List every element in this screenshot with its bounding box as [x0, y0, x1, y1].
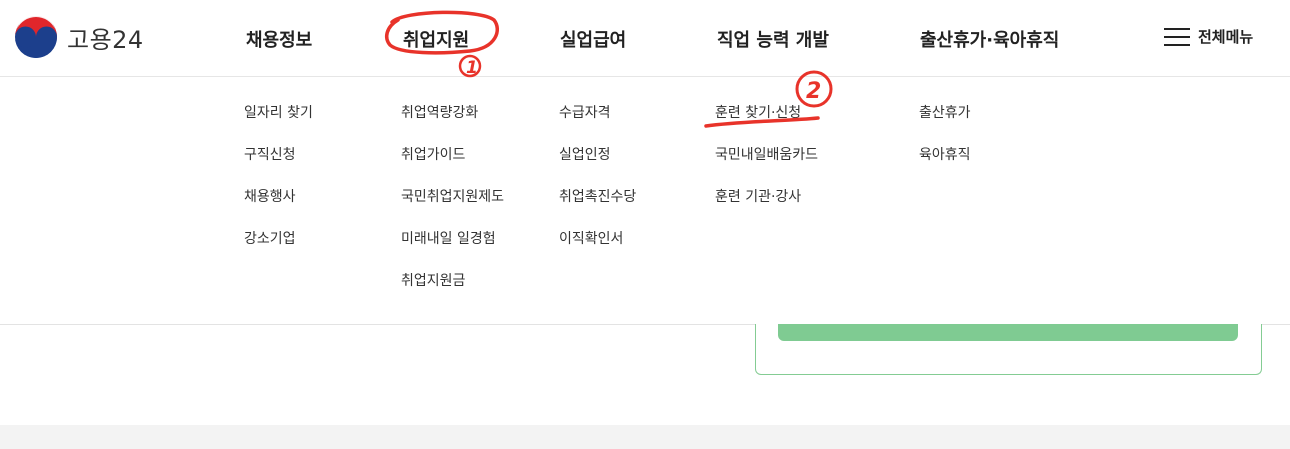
- submenu-item[interactable]: 취업촉진수당: [559, 188, 636, 230]
- nav-item-unemployment-benefits[interactable]: 실업급여: [560, 26, 626, 52]
- submenu-column-employment-support: 취업역량강화 취업가이드 국민취업지원제도 미래내일 일경험 취업지원금: [401, 104, 504, 314]
- nav-item-maternity-childcare-leave[interactable]: 출산휴가·육아휴직: [920, 26, 1059, 52]
- submenu-item[interactable]: 강소기업: [244, 230, 313, 272]
- submenu-item[interactable]: 채용행사: [244, 188, 313, 230]
- submenu-column-recruitment: 일자리 찾기 구직신청 채용행사 강소기업: [244, 104, 313, 272]
- submenu-item[interactable]: 취업지원금: [401, 272, 504, 314]
- nav-item-vocational-training[interactable]: 직업 능력 개발: [717, 26, 829, 52]
- government-emblem-icon: [15, 15, 57, 58]
- submenu-item[interactable]: 훈련 기관·강사: [715, 188, 818, 230]
- all-menu-label: 전체메뉴: [1198, 28, 1254, 46]
- submenu-item[interactable]: 육아휴직: [919, 146, 971, 188]
- card-action-button[interactable]: [778, 324, 1238, 341]
- site-logo[interactable]: 고용24: [14, 15, 144, 59]
- submenu-item[interactable]: 국민취업지원제도: [401, 188, 504, 230]
- submenu-item[interactable]: 취업역량강화: [401, 104, 504, 146]
- submenu-item[interactable]: 출산휴가: [919, 104, 971, 146]
- nav-item-recruitment[interactable]: 채용정보: [246, 26, 312, 52]
- submenu-column-leave: 출산휴가 육아휴직: [919, 104, 971, 188]
- logo-text: 고용24: [67, 25, 144, 54]
- content-card: [755, 324, 1262, 375]
- submenu-column-unemployment-benefits: 수급자격 실업인정 취업촉진수당 이직확인서: [559, 104, 636, 272]
- hamburger-icon: [1164, 27, 1190, 47]
- submenu-item-training-search[interactable]: 훈련 찾기·신청: [715, 104, 818, 146]
- nav-item-employment-support[interactable]: 취업지원: [403, 26, 469, 52]
- submenu-item[interactable]: 구직신청: [244, 146, 313, 188]
- submenu-item[interactable]: 취업가이드: [401, 146, 504, 188]
- submenu-item[interactable]: 이직확인서: [559, 230, 636, 272]
- submenu-item[interactable]: 국민내일배움카드: [715, 146, 818, 188]
- all-menu-button[interactable]: 전체메뉴: [1164, 26, 1253, 47]
- submenu-item[interactable]: 미래내일 일경험: [401, 230, 504, 272]
- site-header: 고용24 채용정보 취업지원 실업급여 직업 능력 개발 출산휴가·육아휴직 전…: [0, 0, 1290, 77]
- mega-menu-dropdown: 일자리 찾기 구직신청 채용행사 강소기업 취업역량강화 취업가이드 국민취업지…: [0, 77, 1290, 325]
- footer-band: [0, 425, 1290, 449]
- submenu-item[interactable]: 실업인정: [559, 146, 636, 188]
- submenu-item[interactable]: 수급자격: [559, 104, 636, 146]
- submenu-item[interactable]: 일자리 찾기: [244, 104, 313, 146]
- submenu-column-vocational-training: 훈련 찾기·신청 국민내일배움카드 훈련 기관·강사: [715, 104, 818, 230]
